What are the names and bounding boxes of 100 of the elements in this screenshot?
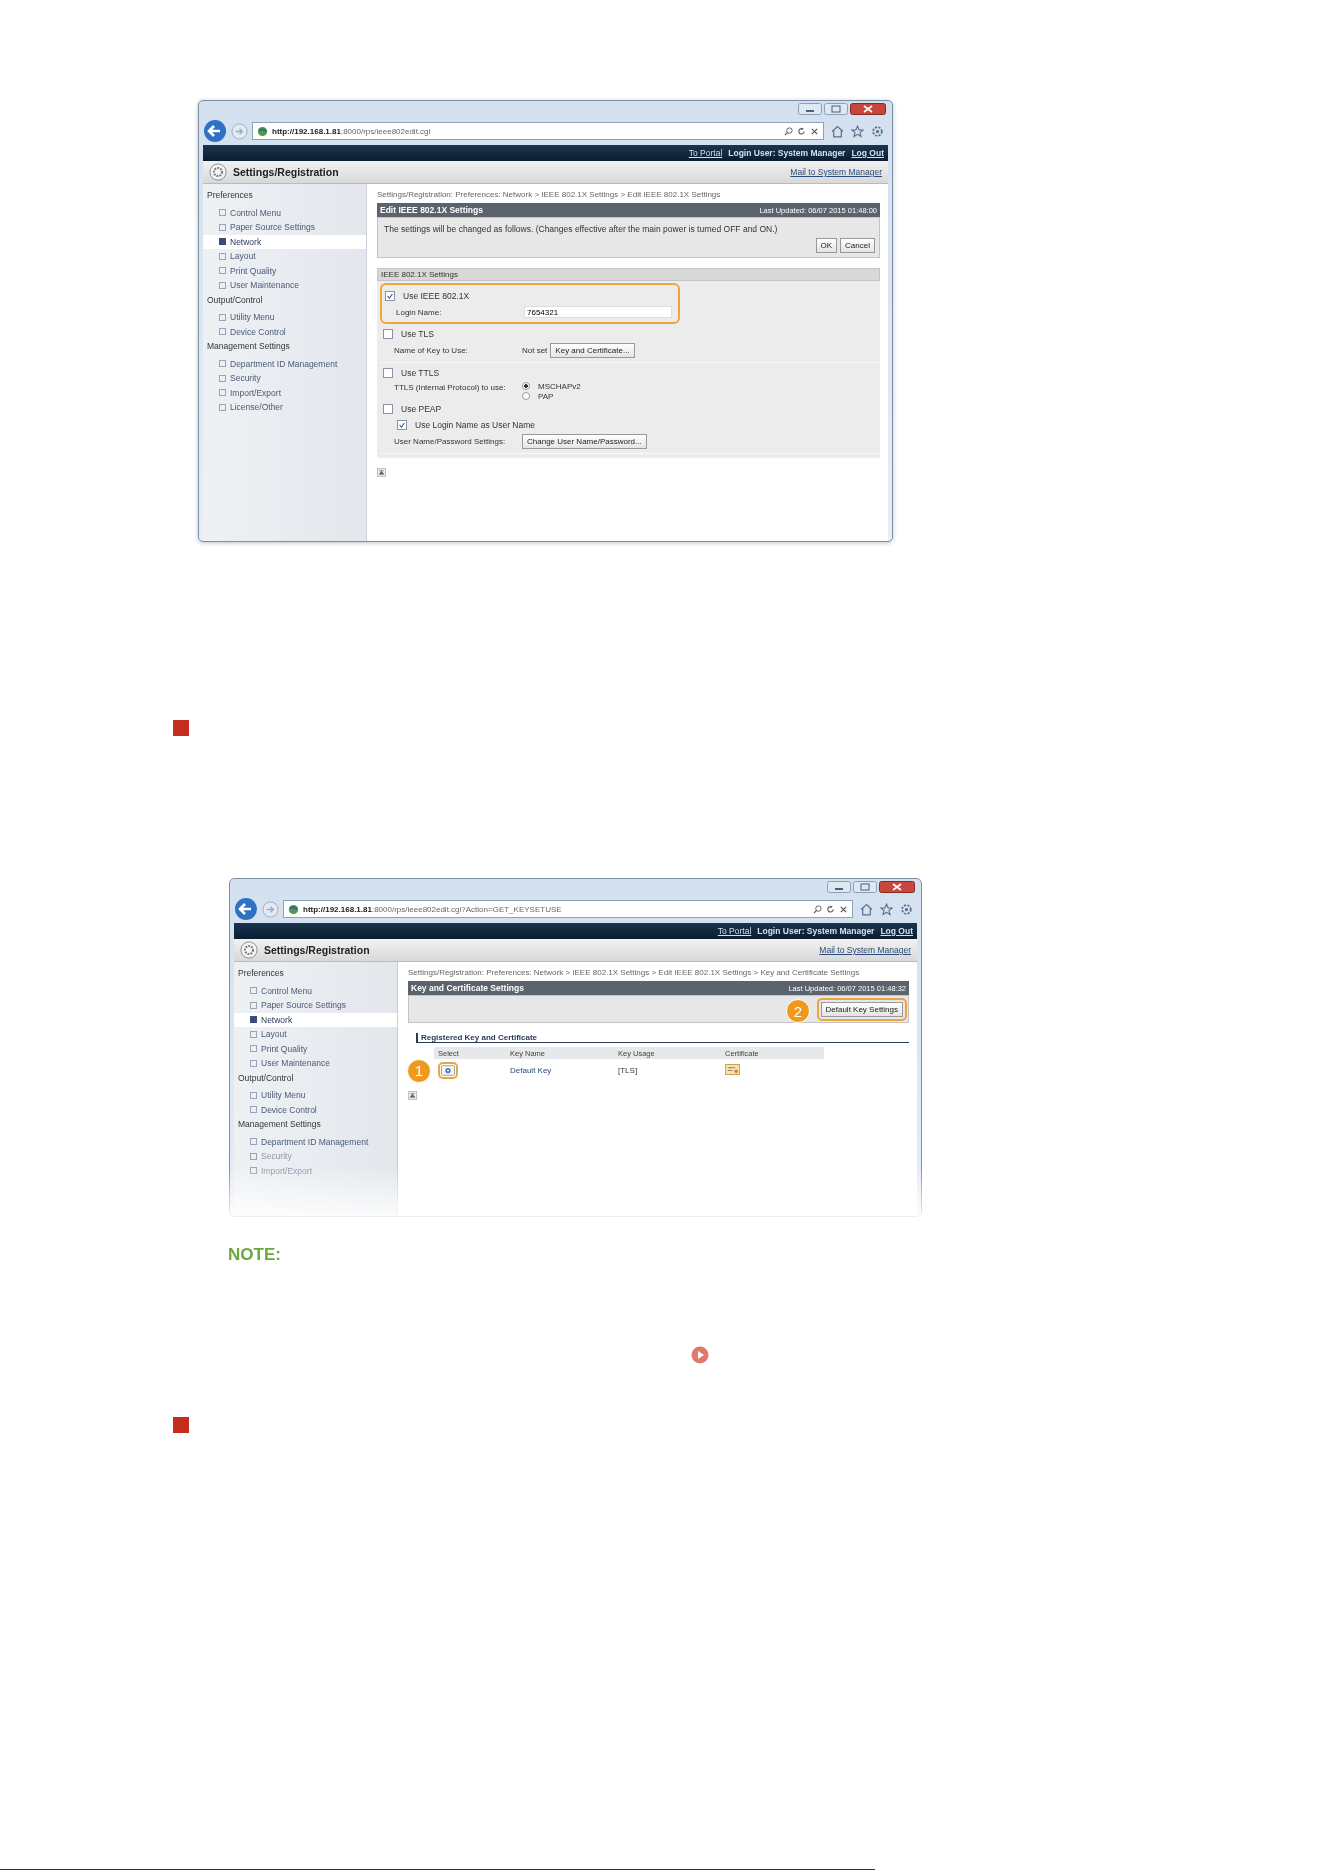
sidebar-item[interactable]: Device Control xyxy=(234,1102,397,1117)
globe-icon xyxy=(257,125,268,137)
field-label: TTLS (Internal Protocol) to use: xyxy=(393,382,507,392)
play-icon[interactable] xyxy=(691,1346,709,1364)
field-label: User Name/Password Settings: xyxy=(393,436,507,446)
sidebar-item[interactable]: Paper Source Settings xyxy=(203,220,366,235)
sidebar-item[interactable]: Print Quality xyxy=(234,1041,397,1056)
sidebar-heading: Output/Control xyxy=(237,1071,295,1085)
sidebar-item[interactable]: Control Menu xyxy=(234,983,397,998)
radio-button[interactable] xyxy=(522,382,530,390)
refresh-icon[interactable] xyxy=(826,904,835,914)
refresh-icon[interactable] xyxy=(797,126,806,136)
certificate-icon[interactable] xyxy=(725,1063,740,1075)
address-bar[interactable]: http://192.168.1.81:8000/rps/ieee802edit.cgi xyxy=(252,122,824,140)
home-icon[interactable] xyxy=(831,124,844,138)
app-title: Settings/Registration xyxy=(233,166,340,178)
cancel-button[interactable]: Cancel xyxy=(840,238,875,253)
address-bar[interactable]: http://192.168.1.81:8000/rps/ieee802edit.cgi?Action=GET_KEYSETUSE xyxy=(283,900,853,918)
sidebar-item[interactable]: Layout xyxy=(203,249,366,264)
status-text: Not set xyxy=(522,345,548,355)
login-status: Login User: System Manager xyxy=(728,148,846,158)
url-text: http://192.168.1.81:8000/rps/ieee802edit.cgi xyxy=(272,126,432,136)
checkbox-label: Use IEEE 802.1X xyxy=(403,291,470,301)
globe-icon xyxy=(288,903,299,915)
gear-icon xyxy=(240,941,258,959)
sidebar-item[interactable]: Import/Export xyxy=(203,385,366,400)
close-icon[interactable] xyxy=(879,881,915,893)
checkbox[interactable] xyxy=(383,368,393,378)
checkbox[interactable] xyxy=(385,291,395,301)
section-title: Registered Key and Certificate xyxy=(416,1033,909,1043)
mail-link[interactable]: Mail to System Manager xyxy=(790,167,882,177)
sidebar-item[interactable]: Utility Menu xyxy=(203,310,366,325)
stop-icon[interactable] xyxy=(839,904,848,914)
header-link[interactable]: Log Out xyxy=(880,926,913,936)
star-icon[interactable] xyxy=(851,124,864,138)
sidebar-item[interactable]: Layout xyxy=(234,1027,397,1042)
url-text: http://192.168.1.81:8000/rps/ieee802edit.cgi?Action=GET_KEYSETUSE xyxy=(303,904,563,914)
sidebar-item[interactable]: User Maintenance xyxy=(234,1056,397,1071)
close-icon[interactable] xyxy=(850,103,886,115)
star-icon[interactable] xyxy=(880,902,893,916)
sidebar-item[interactable]: Device Control xyxy=(203,324,366,339)
header-link[interactable]: To Portal xyxy=(688,148,723,158)
checkbox[interactable] xyxy=(383,404,393,414)
panel-title: Key and Certificate Settings xyxy=(411,983,524,993)
sidebar-item[interactable]: Network xyxy=(234,1012,397,1027)
sidebar-heading: Output/Control xyxy=(206,293,264,307)
back-icon[interactable] xyxy=(234,897,258,921)
checkbox[interactable] xyxy=(383,329,393,339)
ok-button[interactable]: OK xyxy=(815,238,838,253)
key-name-link[interactable]: Default Key xyxy=(506,1065,614,1075)
login-name-field[interactable]: 7654321 xyxy=(524,306,672,318)
step-marker: 2 xyxy=(786,999,810,1023)
field-label: Login Name: xyxy=(395,307,443,317)
header-link[interactable]: Log Out xyxy=(851,148,884,158)
checkbox-label: Use PEAP xyxy=(401,404,442,414)
field-label: Name of Key to Use: xyxy=(393,345,469,355)
section-header: IEEE 802.1X Settings xyxy=(377,268,880,281)
search-icon[interactable] xyxy=(784,126,793,136)
sidebar-item[interactable]: Security xyxy=(203,371,366,386)
sidebar-item[interactable]: Print Quality xyxy=(203,263,366,278)
default-key-settings-button[interactable]: Default Key Settings xyxy=(820,1001,903,1017)
minimize-icon[interactable] xyxy=(827,881,851,893)
back-icon[interactable] xyxy=(203,119,227,143)
search-icon[interactable] xyxy=(813,904,822,914)
minimize-icon[interactable] xyxy=(798,103,822,115)
radio-button[interactable] xyxy=(522,392,530,400)
sidebar-item[interactable]: Department ID Management xyxy=(234,1134,397,1149)
sidebar-item[interactable]: Paper Source Settings xyxy=(234,998,397,1013)
sidebar-item[interactable]: Department ID Management xyxy=(203,356,366,371)
login-status: Login User: System Manager xyxy=(757,926,875,936)
page-top-icon[interactable] xyxy=(408,1091,417,1100)
breadcrumb: Settings/Registration: Preferences: Network > IEEE 802.1X Settings > Edit IEEE 802.1X Settings > Key and Certificate Settings xyxy=(408,968,861,978)
breadcrumb: Settings/Registration: Preferences: Network > IEEE 802.1X Settings > Edit IEEE 802.1X Settings xyxy=(377,190,722,200)
sidebar-heading: Preferences xyxy=(206,189,254,202)
stop-icon[interactable] xyxy=(810,126,819,136)
sidebar-item[interactable]: Network xyxy=(203,234,366,249)
panel-title: Edit IEEE 802.1X Settings xyxy=(380,205,483,215)
settings-button[interactable]: Change User Name/Password... xyxy=(522,433,647,449)
settings-icon[interactable] xyxy=(900,902,913,916)
sidebar-heading: Preferences xyxy=(237,967,285,980)
sidebar-item[interactable]: Utility Menu xyxy=(234,1088,397,1103)
checkbox-label: Use Login Name as User Name xyxy=(415,420,535,430)
page-top-icon[interactable] xyxy=(377,468,386,477)
step-marker: 1 xyxy=(407,1058,431,1083)
note-heading: NOTE: xyxy=(228,1245,282,1265)
checkbox[interactable] xyxy=(397,420,407,430)
settings-icon[interactable] xyxy=(871,124,884,138)
sidebar-item[interactable]: License/Other xyxy=(203,400,366,415)
radio-label: PAP xyxy=(538,391,554,401)
settings-button[interactable]: Key and Certificate... xyxy=(550,342,635,358)
table-cell-text: [TLS] xyxy=(617,1065,639,1075)
checkbox-label: Use TLS xyxy=(401,329,434,339)
sidebar-item[interactable]: User Maintenance xyxy=(203,278,366,293)
home-icon[interactable] xyxy=(860,902,873,916)
section-bullet xyxy=(173,720,189,736)
radio-label: MSCHAPv2 xyxy=(538,381,581,391)
header-link[interactable]: To Portal xyxy=(717,926,752,936)
sidebar-item[interactable]: Control Menu xyxy=(203,205,366,220)
mail-link[interactable]: Mail to System Manager xyxy=(819,945,911,955)
section-bullet xyxy=(173,1417,189,1433)
